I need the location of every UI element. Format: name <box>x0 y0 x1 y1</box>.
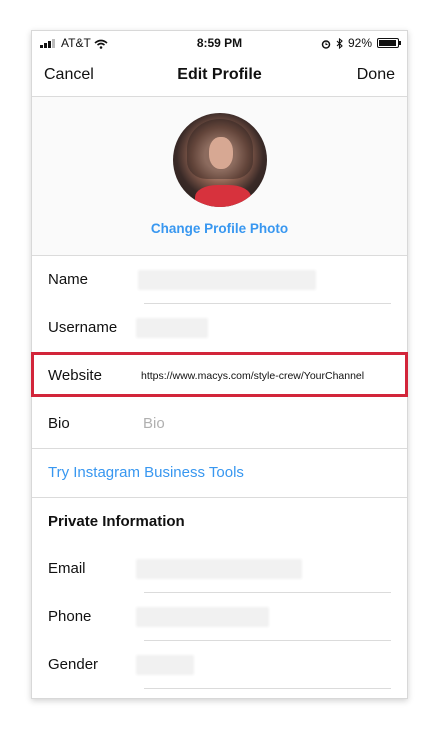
nav-bar: Cancel Edit Profile Done <box>32 55 407 97</box>
status-bar: AT&T 8:59 PM 92% <box>32 31 407 55</box>
name-row[interactable]: Name <box>32 256 407 304</box>
section-divider <box>32 497 407 498</box>
email-row[interactable]: Email <box>32 545 407 593</box>
avatar[interactable] <box>173 113 267 207</box>
website-field[interactable]: https://www.macys.com/style-crew/YourCha… <box>141 370 364 382</box>
phone-label: Phone <box>48 608 92 625</box>
cancel-button[interactable]: Cancel <box>44 66 94 84</box>
website-label: Website <box>48 367 102 384</box>
gender-label: Gender <box>48 656 99 673</box>
name-label: Name <box>48 271 89 288</box>
username-field[interactable] <box>136 318 208 338</box>
bluetooth-icon <box>336 37 343 49</box>
private-information-heading: Private Information <box>48 513 185 530</box>
phone-field[interactable] <box>136 607 269 627</box>
bio-label: Bio <box>48 415 70 432</box>
gender-row[interactable]: Gender <box>32 641 407 689</box>
email-label: Email <box>48 560 86 577</box>
alarm-icon <box>321 38 331 49</box>
section-divider <box>32 448 407 449</box>
name-field[interactable] <box>138 270 316 290</box>
profile-photo-section: Change Profile Photo <box>32 97 407 256</box>
battery-percent: 92% <box>347 36 372 50</box>
done-button[interactable]: Done <box>357 66 395 84</box>
avatar-dress <box>195 185 251 207</box>
email-field[interactable] <box>136 559 302 579</box>
username-row[interactable]: Username <box>32 304 407 352</box>
battery-icon <box>377 38 401 48</box>
business-tools-link[interactable]: Try Instagram Business Tools <box>48 464 244 481</box>
phone-row[interactable]: Phone <box>32 593 407 641</box>
row-divider <box>144 688 391 689</box>
status-right: 92% <box>321 36 401 50</box>
avatar-face <box>209 137 233 169</box>
username-label: Username <box>48 319 118 336</box>
change-profile-photo-link[interactable]: Change Profile Photo <box>32 221 407 236</box>
gender-field[interactable] <box>136 655 194 675</box>
phone-screen: AT&T 8:59 PM 92% Cancel Edit Profile Don… <box>31 30 408 699</box>
bio-row[interactable]: Bio Bio <box>32 400 407 448</box>
bio-field[interactable]: Bio <box>143 415 165 432</box>
website-row[interactable]: Website https://www.macys.com/style-crew… <box>32 352 407 400</box>
